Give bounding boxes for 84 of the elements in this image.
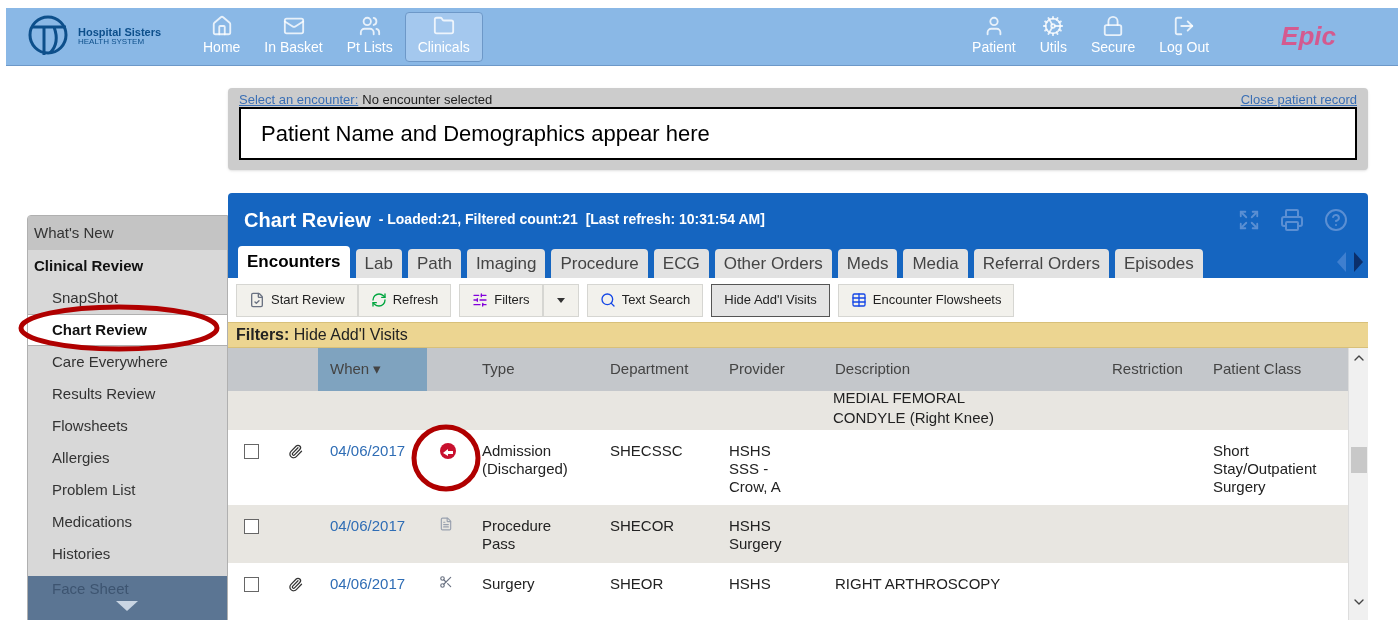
house-icon bbox=[210, 15, 233, 37]
filter-icon bbox=[472, 292, 489, 308]
folder-icon bbox=[432, 15, 455, 37]
panel-summary: - Loaded:21, Filtered count:21 [Last refresh: 10:31:54 AM] bbox=[378, 210, 765, 229]
logout-icon bbox=[1173, 15, 1196, 37]
encounter-row[interactable]: 04/06/2017 Surgery SHEOR HSHS RIGHT ARTHROSCOPY bbox=[228, 562, 1348, 620]
caret-icon bbox=[556, 297, 565, 303]
toolbar-button[interactable]: Start Review bbox=[236, 283, 358, 317]
tab[interactable]: Media bbox=[903, 249, 968, 278]
toolbar-button[interactable]: Filters bbox=[459, 283, 543, 317]
tab[interactable]: Referral Orders bbox=[973, 249, 1109, 278]
column-header[interactable]: Provider bbox=[717, 348, 823, 391]
search-icon bbox=[599, 292, 616, 308]
table-cell: Short Stay/Outpatient Surgery bbox=[1213, 441, 1317, 495]
date-link[interactable]: 04/06/2017 bbox=[330, 441, 406, 459]
sidebar-item[interactable]: Histories bbox=[28, 538, 227, 570]
tab[interactable]: Meds bbox=[837, 249, 898, 278]
sidebar-item[interactable]: Allergies bbox=[28, 442, 227, 474]
tab[interactable]: Other Orders bbox=[714, 249, 832, 278]
tab-scroll-arrows-icon[interactable] bbox=[1336, 251, 1364, 273]
refresh-icon bbox=[370, 292, 387, 308]
table-cell: HSHS Surgery bbox=[729, 517, 782, 552]
row-checkbox[interactable] bbox=[244, 576, 259, 592]
transfer-icon bbox=[439, 441, 457, 460]
tab[interactable]: Path bbox=[407, 249, 461, 278]
sidebar-section: Clinical Review bbox=[28, 250, 227, 282]
encounter-row[interactable]: 04/06/2017 Admission (Discharged) SHECSSC HSHS SSS - Crow, A Short Stay/Outpatient Surgery bbox=[228, 429, 1348, 505]
table-cell: HSHS SSS - Crow, A bbox=[729, 441, 781, 495]
sidebar-item[interactable]: Medications bbox=[28, 506, 227, 538]
printer-icon[interactable] bbox=[1280, 207, 1304, 232]
annotation-circle bbox=[410, 423, 482, 493]
table-cell: Surgery bbox=[482, 574, 535, 592]
toolbar-button[interactable]: Text Search bbox=[586, 283, 704, 317]
tab[interactable]: Encounters bbox=[238, 246, 350, 278]
table-cell: SHECOR bbox=[610, 517, 675, 534]
envelope-icon bbox=[282, 15, 305, 37]
sidebar-item[interactable]: Flowsheets bbox=[28, 410, 227, 442]
table-cell: Admission (Discharged) bbox=[482, 441, 568, 477]
sidebar-item[interactable]: SnapShot bbox=[28, 282, 227, 314]
column-header[interactable]: Restriction bbox=[1100, 348, 1201, 391]
table-cell: HSHS bbox=[729, 574, 771, 592]
toolbar-button[interactable]: Hide Add'l Visits bbox=[711, 283, 830, 317]
column-header[interactable]: Patient Class bbox=[1201, 348, 1346, 391]
padlock-icon bbox=[1102, 15, 1125, 37]
table-cell: SHEOR bbox=[610, 574, 664, 592]
row-checkbox[interactable] bbox=[244, 443, 259, 459]
column-header[interactable]: Department bbox=[598, 348, 717, 391]
tab[interactable]: Episodes bbox=[1114, 249, 1203, 278]
panel-title: Chart Review bbox=[244, 207, 371, 233]
people-icon bbox=[358, 15, 381, 37]
scroll-thumb[interactable] bbox=[1350, 447, 1367, 473]
tab[interactable]: Lab bbox=[355, 249, 402, 278]
tab[interactable]: Procedure bbox=[551, 249, 648, 278]
date-link[interactable]: 04/06/2017 bbox=[330, 574, 406, 592]
scissors-icon bbox=[439, 574, 453, 589]
sidebar-item[interactable]: Results Review bbox=[28, 378, 227, 410]
row-checkbox[interactable] bbox=[244, 519, 259, 534]
toolbar-button[interactable]: Refresh bbox=[357, 283, 452, 317]
filter-text: Filters: Hide Add'l Visits bbox=[236, 325, 408, 345]
help-icon[interactable] bbox=[1324, 207, 1348, 232]
organization-subtitle: HEALTH SYSTEM bbox=[78, 38, 146, 46]
sidebar-item[interactable]: Care Everywhere bbox=[28, 346, 227, 378]
sidebar-header[interactable]: What's New bbox=[28, 216, 227, 250]
sidebar-item[interactable]: Problem List bbox=[28, 474, 227, 506]
document-icon bbox=[439, 517, 453, 531]
table-cell: RIGHT ARTHROSCOPY bbox=[835, 574, 1001, 592]
banner-text: Patient Name and Demographics appear here bbox=[261, 120, 710, 148]
column-header[interactable]: Type bbox=[470, 348, 598, 391]
expand-icon[interactable] bbox=[1238, 208, 1260, 231]
toolbar-button[interactable]: Encounter Flowsheets bbox=[837, 283, 1015, 317]
table-cell: Procedure Pass bbox=[482, 517, 552, 552]
tab[interactable]: ECG bbox=[653, 249, 709, 278]
date-link[interactable]: 04/06/2017 bbox=[330, 517, 406, 534]
document-icon bbox=[249, 292, 265, 308]
scrollbar[interactable] bbox=[1348, 348, 1368, 620]
table-cell: SHECSSC bbox=[610, 441, 683, 459]
down-triangle-icon[interactable] bbox=[116, 600, 138, 611]
column-header[interactable]: When ▾ bbox=[318, 348, 427, 391]
grid-icon bbox=[850, 292, 867, 308]
gear-icon bbox=[1042, 15, 1065, 37]
tab[interactable]: Imaging bbox=[466, 249, 546, 278]
encounter-status: No encounter selected bbox=[362, 92, 493, 107]
brand-logo: Epic bbox=[1281, 20, 1336, 53]
organization-name: Hospital Sisters bbox=[78, 27, 162, 38]
